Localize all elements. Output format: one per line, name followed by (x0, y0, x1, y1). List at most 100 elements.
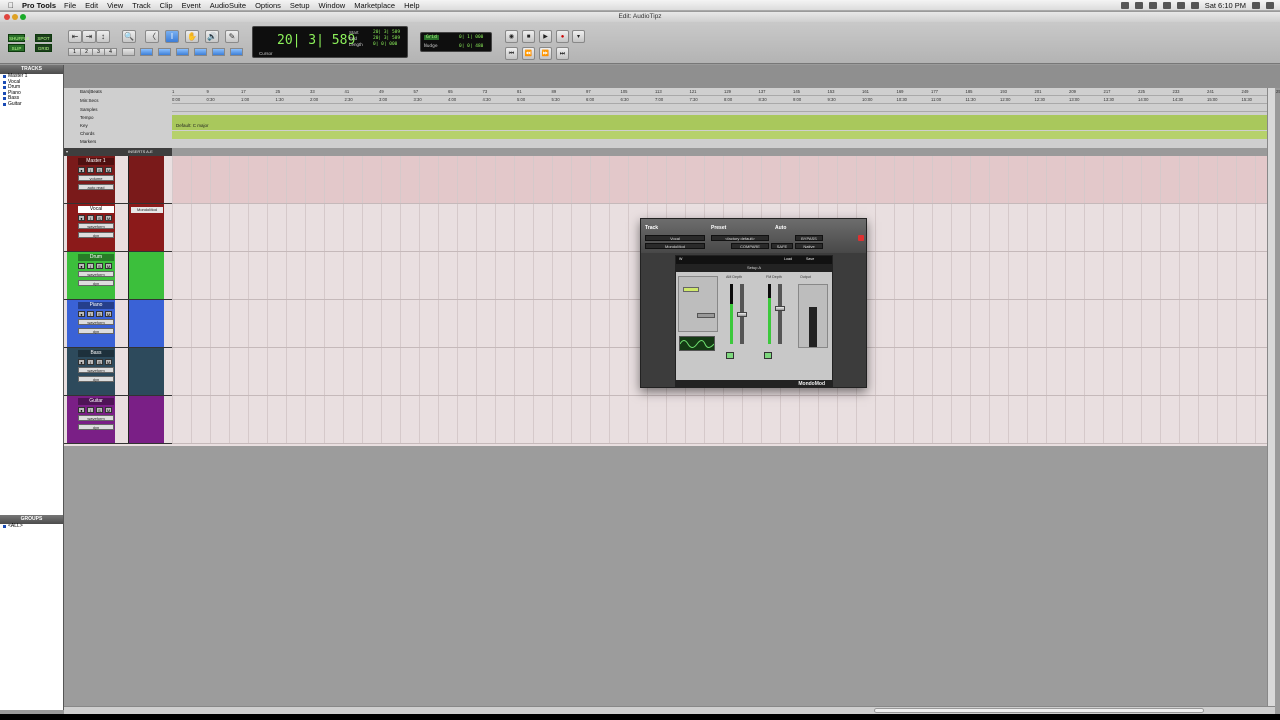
horizontal-scroll-thumb[interactable] (874, 708, 1204, 713)
app-menu[interactable]: Pro Tools (22, 1, 56, 10)
fm-power-icon[interactable] (764, 352, 772, 359)
key-signature-label[interactable]: Default: C major (176, 123, 209, 128)
menu-track[interactable]: Track (132, 1, 150, 10)
battery-icon[interactable] (1176, 1, 1185, 9)
compare-button[interactable]: COMPARE (731, 243, 769, 249)
track-view-selector[interactable]: waveform (78, 223, 114, 229)
insert-selector[interactable]: MondoMod (645, 243, 705, 249)
preset-selector[interactable]: <factory default> (711, 235, 769, 241)
ruler-label-markers[interactable]: Markers (80, 139, 96, 144)
track-header[interactable]: Drum ● I S Mwaveform dyn (64, 252, 172, 300)
rewind-icon[interactable]: ⏪ (522, 47, 535, 60)
chords-ruler-strip[interactable] (172, 131, 1275, 139)
insert-slot[interactable] (131, 303, 163, 309)
grid-mode-button[interactable]: GRID (35, 44, 52, 52)
timemachine-icon[interactable] (1148, 1, 1157, 9)
solo-button[interactable]: S (96, 167, 103, 173)
menu-marketplace[interactable]: Marketplace (354, 1, 395, 10)
track-view-selector[interactable]: waveform (78, 367, 114, 373)
edit-toggle-5[interactable] (194, 48, 207, 56)
menu-audiosuite[interactable]: AudioSuite (210, 1, 246, 10)
minimize-window-icon[interactable] (12, 14, 18, 20)
ruler-label-chords[interactable]: Chords (80, 131, 95, 136)
plugin-close-icon[interactable] (858, 235, 864, 241)
record-enable-icon[interactable]: ● (78, 215, 85, 221)
bypass-button[interactable]: BYPASS (795, 235, 823, 241)
zoom-window-icon[interactable] (20, 14, 26, 20)
spotlight-icon[interactable] (1252, 1, 1260, 9)
show-track-icon[interactable] (3, 97, 6, 101)
rate-display[interactable] (683, 287, 699, 292)
zoomer-tool-icon[interactable]: 🔍 (122, 30, 136, 43)
zoom-vertical-icon[interactable]: ↕ (96, 30, 110, 43)
menu-help[interactable]: Help (404, 1, 419, 10)
solo-button[interactable]: S (96, 359, 103, 365)
edit-toggle-4[interactable] (176, 48, 189, 56)
edit-toggle-2[interactable] (140, 48, 153, 56)
track-automation-selector[interactable]: dyn (78, 424, 114, 430)
track-header[interactable]: Piano ● I S Mwaveform dyn (64, 300, 172, 348)
track-playlist-lane[interactable] (172, 396, 1275, 444)
stop-icon[interactable]: ■ (522, 30, 535, 43)
menu-setup[interactable]: Setup (290, 1, 310, 10)
record-enable-icon[interactable]: ● (78, 407, 85, 413)
track-list-item[interactable]: Guitar (3, 101, 63, 108)
safe-button[interactable]: SAFE (771, 243, 793, 249)
empty-edit-area[interactable] (64, 446, 1275, 706)
mute-button[interactable]: M (105, 167, 112, 173)
show-track-icon[interactable] (3, 102, 6, 106)
ruler-label-samples[interactable]: Samples (80, 107, 98, 112)
solo-button[interactable]: S (96, 215, 103, 221)
save-button[interactable]: Save (806, 257, 814, 261)
menu-edit[interactable]: Edit (85, 1, 98, 10)
samples-ruler[interactable] (172, 104, 1275, 112)
mute-button[interactable]: M (105, 311, 112, 317)
main-counter-value[interactable]: 20| 3| 589 (277, 33, 355, 48)
scrubber-tool-icon[interactable]: 🔊 (205, 30, 219, 43)
fast-forward-icon[interactable]: ⏩ (539, 47, 552, 60)
edit-toggle-3[interactable] (158, 48, 171, 56)
track-header[interactable]: Bass ● I S Mwaveform dyn (64, 348, 172, 396)
track-name[interactable]: Drum (78, 254, 114, 261)
clock[interactable]: Sat 6:10 PM (1205, 1, 1246, 10)
setup-display[interactable]: Setup A (676, 264, 832, 272)
play-icon[interactable]: ▶ (539, 30, 552, 43)
record-enable-icon[interactable]: ● (78, 263, 85, 269)
end-value[interactable]: 20| 3| 589 (373, 36, 400, 41)
edit-toggle-6[interactable] (212, 48, 225, 56)
nudge-value[interactable]: 0| 0| 480 (459, 44, 483, 49)
track-header[interactable]: Guitar ● I S Mwaveform dyn (64, 396, 172, 444)
selector-tool-icon[interactable]: I (165, 30, 179, 43)
show-track-icon[interactable] (3, 91, 6, 95)
bluetooth-icon[interactable] (1134, 1, 1143, 9)
am-depth-fader-knob[interactable] (737, 312, 747, 317)
record-enable-icon[interactable]: ● (78, 167, 85, 173)
native-button[interactable]: Native (795, 243, 823, 249)
insert-slot[interactable]: MondoMod (131, 207, 163, 213)
bars-ruler[interactable]: 1 9 17 25 33 41 49 57 65 73 81 89 97 105 113 121 129 137 1… (172, 88, 1280, 96)
grabber-tool-icon[interactable]: ✋ (185, 30, 199, 43)
ruler-label-minsecs[interactable]: Min:Secs (80, 98, 99, 103)
start-value[interactable]: 20| 3| 589 (373, 30, 400, 35)
track-view-selector[interactable]: volume (78, 175, 114, 181)
insert-slot[interactable] (131, 255, 163, 261)
wifi-icon[interactable] (1190, 1, 1199, 9)
mute-button[interactable]: M (105, 263, 112, 269)
input-monitor-icon[interactable]: I (87, 215, 94, 221)
record-enable-icon[interactable]: ● (78, 311, 85, 317)
spot-mode-button[interactable]: SPOT (35, 34, 52, 42)
edit-toggle-1[interactable] (122, 48, 135, 56)
menu-options[interactable]: Options (255, 1, 281, 10)
menu-view[interactable]: View (107, 1, 123, 10)
mondomod-plugin-window[interactable]: Track Preset Auto Vocal MondoMod <factor… (640, 218, 867, 388)
shuffle-mode-button[interactable]: SHUFFLE (8, 34, 30, 42)
menu-window[interactable]: Window (319, 1, 346, 10)
track-view-selector[interactable]: waveform (78, 415, 114, 421)
track-automation-selector[interactable]: dyn (78, 376, 114, 382)
track-view-selector[interactable]: waveform (78, 271, 114, 277)
return-to-zero-icon[interactable]: ⏮ (505, 47, 518, 60)
vertical-scrollbar[interactable] (1267, 88, 1275, 708)
track-name[interactable]: Piano (78, 302, 114, 309)
mute-button[interactable]: M (105, 407, 112, 413)
record-icon[interactable]: ● (556, 30, 569, 43)
